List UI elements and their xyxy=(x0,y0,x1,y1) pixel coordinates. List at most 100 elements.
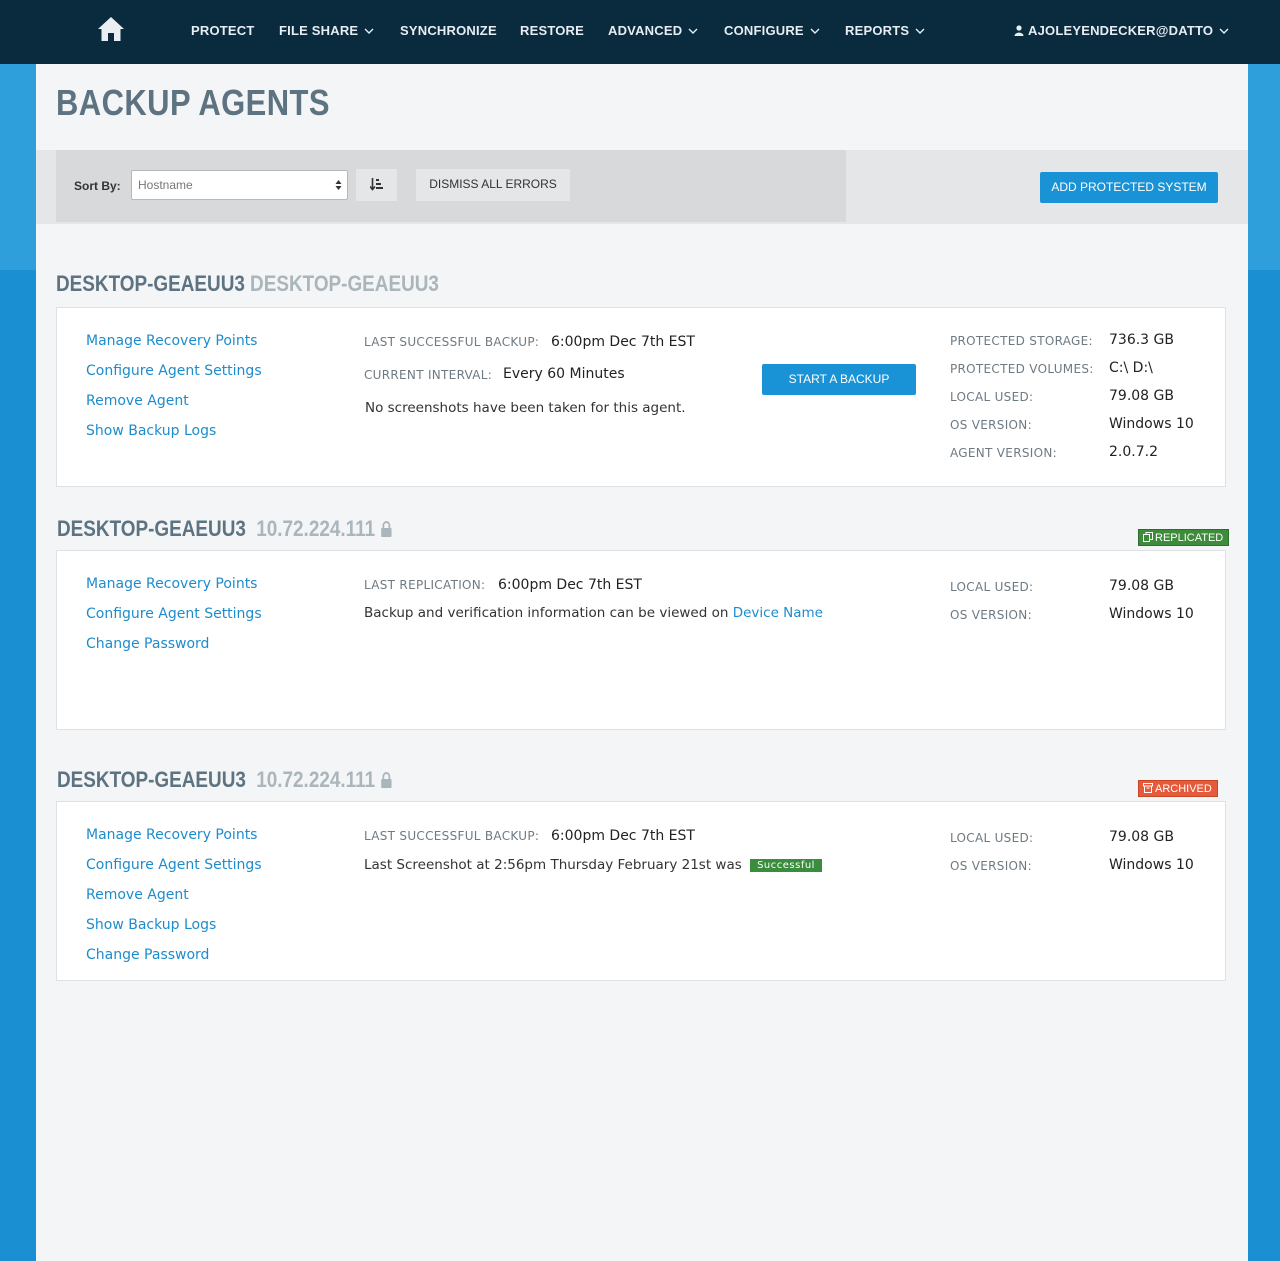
chevron-down-icon xyxy=(1219,28,1229,34)
replication-info-text: Backup and verification information can … xyxy=(364,605,729,621)
stat-label: LOCAL USED: xyxy=(950,580,1034,594)
nav-reports-label: REPORTS xyxy=(845,23,910,38)
main-panel: BACKUP AGENTS Sort By: Hostname DISMISS … xyxy=(36,64,1248,1261)
lock-icon xyxy=(381,772,392,788)
last-screenshot-info: Last Screenshot at 2:56pm Thursday Febru… xyxy=(364,857,822,873)
nav-protect-label: PROTECT xyxy=(191,23,255,38)
show-backup-logs-link[interactable]: Show Backup Logs xyxy=(86,423,216,439)
agents-toolbar: Sort By: Hostname DISMISS ALL ERRORS ADD… xyxy=(36,150,1248,224)
stat-value: Windows 10 xyxy=(1109,416,1194,432)
agent-subtitle: DESKTOP-GEAEUU3 xyxy=(250,271,439,296)
copy-icon xyxy=(1143,532,1153,542)
replicated-badge-label: REPLICATED xyxy=(1155,532,1224,544)
stat-value: Windows 10 xyxy=(1109,606,1194,622)
chevron-down-icon xyxy=(688,28,698,34)
nav-advanced[interactable]: ADVANCED xyxy=(608,0,698,64)
stat-label: PROTECTED STORAGE: xyxy=(950,334,1093,348)
replication-info: Backup and verification information can … xyxy=(364,605,823,621)
remove-agent-link[interactable]: Remove Agent xyxy=(86,393,189,409)
last-replication-value: 6:00pm Dec 7th EST xyxy=(498,577,642,593)
stat-label: LOCAL USED: xyxy=(950,831,1034,845)
sort-by-value: Hostname xyxy=(138,178,193,192)
screenshot-status-badge: Successful xyxy=(750,859,822,872)
select-arrows-icon xyxy=(335,180,342,190)
device-name-link[interactable]: Device Name xyxy=(733,605,823,621)
stat-label: OS VERSION: xyxy=(950,418,1032,432)
nav-configure-label: CONFIGURE xyxy=(724,23,804,38)
nav-synchronize[interactable]: SYNCHRONIZE xyxy=(400,0,497,64)
sort-order-button[interactable] xyxy=(356,169,397,201)
nav-advanced-label: ADVANCED xyxy=(608,23,683,38)
page-title: BACKUP AGENTS xyxy=(56,82,330,123)
start-backup-button[interactable]: START A BACKUP xyxy=(762,364,916,395)
change-password-link[interactable]: Change Password xyxy=(86,947,209,963)
stat-label: OS VERSION: xyxy=(950,859,1032,873)
nav-configure[interactable]: CONFIGURE xyxy=(724,0,820,64)
current-interval-label: CURRENT INTERVAL: xyxy=(364,368,493,382)
screenshot-note: No screenshots have been taken for this … xyxy=(365,400,686,416)
chevron-down-icon xyxy=(364,28,374,34)
last-backup-label: LAST SUCCESSFUL BACKUP: xyxy=(364,829,540,843)
stat-value: 2.0.7.2 xyxy=(1109,444,1158,460)
agent-hostname: DESKTOP-GEAEUU3 xyxy=(57,767,246,792)
stat-value: 79.08 GB xyxy=(1109,388,1174,404)
archived-badge-label: ARCHIVED xyxy=(1155,783,1212,795)
stat-value: Windows 10 xyxy=(1109,857,1194,873)
manage-recovery-points-link[interactable]: Manage Recovery Points xyxy=(86,827,257,843)
agent-card: Manage Recovery Points Configure Agent S… xyxy=(56,801,1226,981)
chevron-down-icon xyxy=(915,28,925,34)
last-backup-value: 6:00pm Dec 7th EST xyxy=(551,334,695,350)
configure-agent-settings-link[interactable]: Configure Agent Settings xyxy=(86,857,262,873)
nav-restore-label: RESTORE xyxy=(520,23,585,38)
top-navigation-bar: PROTECT FILE SHARE SYNCHRONIZE RESTORE A… xyxy=(0,0,1280,64)
remove-agent-link[interactable]: Remove Agent xyxy=(86,887,189,903)
archive-icon xyxy=(1143,783,1153,793)
stat-value: 79.08 GB xyxy=(1109,578,1174,594)
current-interval-value: Every 60 Minutes xyxy=(503,366,625,382)
stat-label: LOCAL USED: xyxy=(950,390,1034,404)
nav-file-share-label: FILE SHARE xyxy=(279,23,359,38)
stat-value: 736.3 GB xyxy=(1109,332,1174,348)
nav-file-share[interactable]: FILE SHARE xyxy=(279,0,374,64)
agent-ip-address: 10.72.224.111 xyxy=(256,767,376,792)
nav-protect[interactable]: PROTECT xyxy=(191,0,255,64)
stat-value: 79.08 GB xyxy=(1109,829,1174,845)
manage-recovery-points-link[interactable]: Manage Recovery Points xyxy=(86,576,257,592)
chevron-down-icon xyxy=(810,28,820,34)
sort-by-label: Sort By: xyxy=(74,179,121,193)
sort-controls: Sort By: Hostname DISMISS ALL ERRORS xyxy=(56,150,846,222)
archived-badge: ARCHIVED xyxy=(1138,780,1218,797)
lock-icon xyxy=(381,521,392,537)
dismiss-all-errors-button[interactable]: DISMISS ALL ERRORS xyxy=(416,169,570,201)
change-password-link[interactable]: Change Password xyxy=(86,636,209,652)
stat-label: PROTECTED VOLUMES: xyxy=(950,362,1094,376)
show-backup-logs-link[interactable]: Show Backup Logs xyxy=(86,917,216,933)
sort-by-select[interactable]: Hostname xyxy=(131,170,348,200)
agent-card: Manage Recovery Points Configure Agent S… xyxy=(56,307,1226,487)
add-protected-system-button[interactable]: ADD PROTECTED SYSTEM xyxy=(1040,172,1218,203)
user-email: AJOLEYENDECKER@DATTO xyxy=(1028,23,1214,38)
nav-restore[interactable]: RESTORE xyxy=(520,0,584,64)
agent-hostname: DESKTOP-GEAEUU3 xyxy=(56,271,245,296)
nav-reports[interactable]: REPORTS xyxy=(845,0,925,64)
last-replication-label: LAST REPLICATION: xyxy=(364,578,486,592)
stat-label: OS VERSION: xyxy=(950,608,1032,622)
agent-heading: DESKTOP-GEAEUU3 10.72.224.111 xyxy=(57,767,392,793)
agent-hostname: DESKTOP-GEAEUU3 xyxy=(57,516,246,541)
agent-heading: DESKTOP-GEAEUU3 DESKTOP-GEAEUU3 xyxy=(56,271,439,297)
configure-agent-settings-link[interactable]: Configure Agent Settings xyxy=(86,363,262,379)
agent-heading: DESKTOP-GEAEUU3 10.72.224.111 xyxy=(57,516,392,542)
manage-recovery-points-link[interactable]: Manage Recovery Points xyxy=(86,333,257,349)
home-icon[interactable] xyxy=(97,16,125,42)
sort-order-icon xyxy=(370,178,383,191)
agent-ip-address: 10.72.224.111 xyxy=(256,516,376,541)
configure-agent-settings-link[interactable]: Configure Agent Settings xyxy=(86,606,262,622)
replicated-badge: REPLICATED xyxy=(1138,529,1230,546)
last-screenshot-text: Last Screenshot at 2:56pm Thursday Febru… xyxy=(364,857,742,873)
agent-card: Manage Recovery Points Configure Agent S… xyxy=(56,550,1226,730)
stat-label: AGENT VERSION: xyxy=(950,446,1057,460)
user-menu[interactable]: AJOLEYENDECKER@DATTO xyxy=(1014,0,1229,64)
stat-value: C:\ D:\ xyxy=(1109,360,1153,376)
last-backup-value: 6:00pm Dec 7th EST xyxy=(551,828,695,844)
nav-synchronize-label: SYNCHRONIZE xyxy=(400,23,497,38)
